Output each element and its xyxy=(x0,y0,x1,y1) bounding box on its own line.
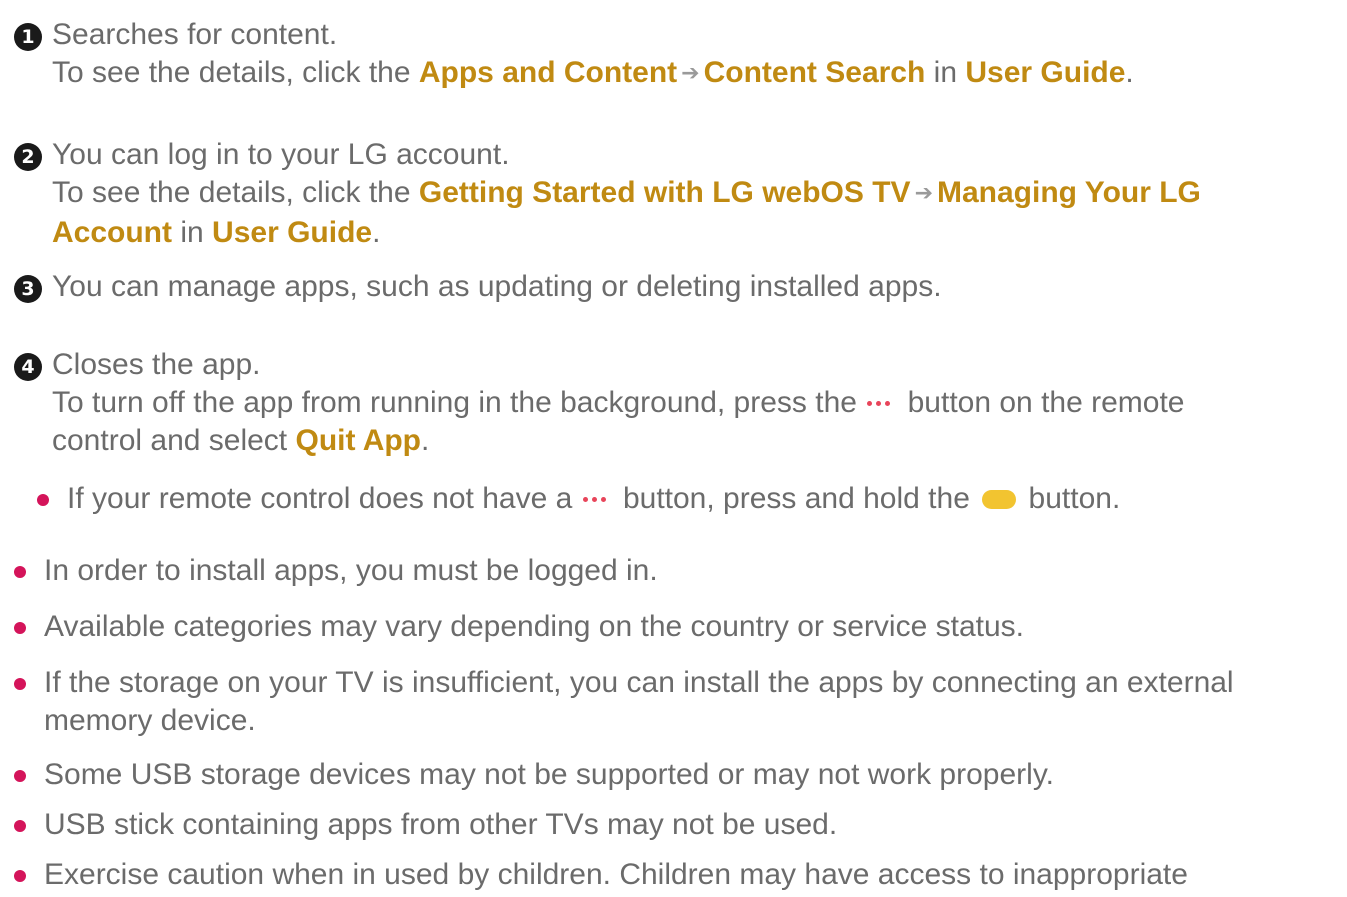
in-text: in xyxy=(172,216,213,249)
note-text: If the storage on your TV is insufficien… xyxy=(44,666,1234,699)
note-item: If the storage on your TV is insufficien… xyxy=(14,664,1324,740)
detail-text: To see the details, click the xyxy=(52,56,419,89)
sub-note-text: If your remote control does not have a b… xyxy=(37,480,1347,518)
number-badge-icon: 2 xyxy=(14,143,42,171)
arrow-right-icon: ➔ xyxy=(914,180,933,205)
managing-account-link-continued[interactable]: Account xyxy=(52,216,172,249)
note-text: In order to install apps, you must be lo… xyxy=(44,554,658,587)
number-badge-icon: 4 xyxy=(14,353,42,381)
detail-text: To turn off the app from running in the … xyxy=(52,386,866,419)
bullet-icon xyxy=(14,622,26,634)
note-text: Some USB storage devices may not be supp… xyxy=(44,758,1054,791)
numbered-item-2: 2 You can log in to your LG account. To … xyxy=(14,136,1334,252)
content-search-link[interactable]: Content Search xyxy=(704,56,926,89)
item-1-lead: Searches for content. xyxy=(52,18,338,51)
arrow-right-icon: ➔ xyxy=(681,60,700,85)
item-1-detail: To see the details, click the Apps and C… xyxy=(14,54,1334,94)
bullet-icon xyxy=(37,494,49,506)
note-item: In order to install apps, you must be lo… xyxy=(14,552,1324,590)
note-text-continued: memory device. xyxy=(44,704,256,737)
item-4-lead: Closes the app. xyxy=(52,348,261,381)
note-item: USB stick containing apps from other TVs… xyxy=(14,806,1324,844)
sub-note-part: button, press and hold the xyxy=(614,482,979,515)
detail-text: To see the details, click the xyxy=(52,176,419,209)
item-2-detail-continued: Account in User Guide. xyxy=(14,214,1334,252)
sub-note-part: button. xyxy=(1020,482,1121,515)
note-text: Available categories may vary depending … xyxy=(44,610,1024,643)
bullet-icon xyxy=(14,870,26,882)
bullet-icon xyxy=(14,678,26,690)
yellow-button-icon xyxy=(982,490,1017,509)
period-text: . xyxy=(372,216,381,249)
more-button-icon xyxy=(582,474,613,502)
sub-note-part: If your remote control does not have a xyxy=(67,482,581,515)
period-text: . xyxy=(421,424,430,457)
note-item: Available categories may vary depending … xyxy=(14,608,1324,646)
item-2-lead: You can log in to your LG account. xyxy=(52,138,510,171)
in-text: in xyxy=(925,56,966,89)
bullet-icon xyxy=(14,820,26,832)
numbered-item-3: 3 You can manage apps, such as updating … xyxy=(14,268,1334,306)
numbered-item-1: 1 Searches for content. To see the detai… xyxy=(14,16,1334,94)
number-badge-icon: 1 xyxy=(14,23,42,51)
item-4-detail-continued: control and select Quit App. xyxy=(14,422,1334,460)
note-text: Exercise caution when in used by childre… xyxy=(44,858,1188,891)
note-item: Some USB storage devices may not be supp… xyxy=(14,756,1324,794)
getting-started-link[interactable]: Getting Started with LG webOS TV xyxy=(419,176,911,209)
period-text: . xyxy=(1125,56,1134,89)
detail-text: control and select xyxy=(52,424,296,457)
sub-note: If your remote control does not have a b… xyxy=(37,480,1347,518)
bullet-icon xyxy=(14,566,26,578)
apps-and-content-link[interactable]: Apps and Content xyxy=(419,56,677,89)
user-guide-link[interactable]: User Guide xyxy=(965,56,1125,89)
item-4-detail: To turn off the app from running in the … xyxy=(14,384,1334,422)
note-text: USB stick containing apps from other TVs… xyxy=(44,808,838,841)
item-3-lead: You can manage apps, such as updating or… xyxy=(52,270,942,303)
more-button-icon xyxy=(867,378,897,406)
number-badge-icon: 3 xyxy=(14,275,42,303)
user-guide-link[interactable]: User Guide xyxy=(212,216,372,249)
user-guide-page: 1 Searches for content. To see the detai… xyxy=(0,0,1347,897)
item-2-detail: To see the details, click the Getting St… xyxy=(14,174,1334,214)
quit-app-label: Quit App xyxy=(295,424,422,457)
managing-account-link[interactable]: Managing Your LG xyxy=(937,176,1201,209)
detail-text: button on the remote xyxy=(899,386,1185,419)
bullet-icon xyxy=(14,770,26,782)
numbered-item-4: 4 Closes the app. To turn off the app fr… xyxy=(14,346,1334,460)
note-item: Exercise caution when in used by childre… xyxy=(14,856,1324,894)
